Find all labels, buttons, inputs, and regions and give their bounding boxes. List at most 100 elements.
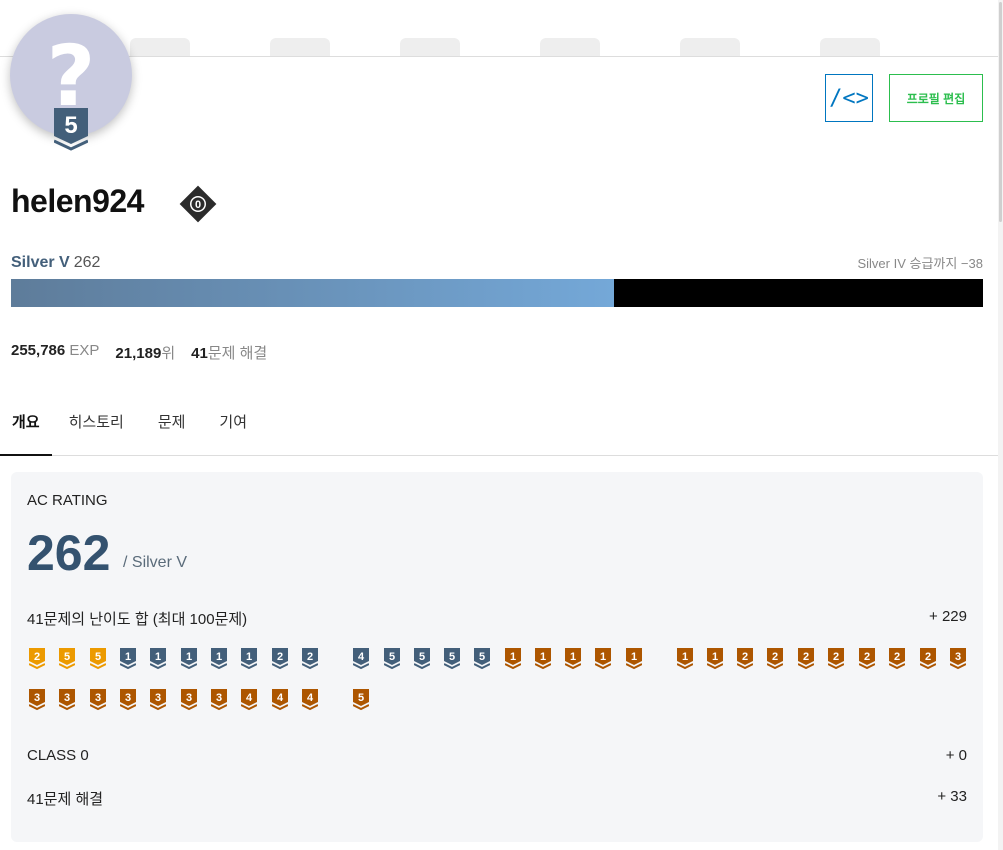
gold-tier-icon: 5: [90, 648, 106, 670]
problem-tier-level: 1: [125, 651, 131, 663]
problem-tier-badge[interactable]: 1: [505, 648, 521, 670]
problem-tier-badge[interactable]: 1: [565, 648, 581, 670]
problem-tier-badge[interactable]: 1: [150, 648, 166, 670]
problem-tier-badge[interactable]: 3: [90, 689, 106, 711]
problem-tier-badge[interactable]: 1: [241, 648, 257, 670]
solved-stat[interactable]: 41문제 해결: [191, 342, 267, 363]
problem-tier-level: 1: [600, 651, 606, 663]
problem-tier-badge[interactable]: 5: [384, 648, 400, 670]
problem-tier-badge[interactable]: 1: [535, 648, 551, 670]
problem-tier-badge[interactable]: 4: [353, 648, 369, 670]
problem-tier-level: 3: [955, 651, 961, 663]
problem-tier-badge[interactable]: 2: [29, 648, 45, 670]
solved-row: 41문제 해결 + 33: [27, 788, 967, 809]
problem-tier-badge[interactable]: 5: [59, 648, 75, 670]
problem-tier-badge[interactable]: 5: [444, 648, 460, 670]
problem-tier-badge[interactable]: 2: [767, 648, 783, 670]
problem-tier-level: 3: [125, 692, 131, 704]
problem-tier-badge[interactable]: 1: [707, 648, 723, 670]
bronze-tier-icon: 2: [798, 648, 814, 670]
problem-tier-level: 5: [64, 651, 70, 663]
problem-tier-level: 5: [95, 651, 101, 663]
problem-tier-level: 5: [419, 651, 425, 663]
problem-tier-level: 4: [246, 692, 253, 704]
problem-tier-badge[interactable]: 2: [302, 648, 318, 670]
problem-tier-badge[interactable]: 4: [302, 689, 318, 711]
banner-decoration: [540, 38, 600, 56]
problem-tier-badge[interactable]: 2: [828, 648, 844, 670]
stats-row: 255,786 EXP 21,189위 41문제 해결: [11, 342, 267, 363]
bronze-tier-icon: 1: [535, 648, 551, 670]
username: helen924: [11, 183, 144, 219]
problem-tier-badge[interactable]: 1: [120, 648, 136, 670]
bronze-tier-icon: 4: [272, 689, 288, 711]
silver-tier-icon: 4: [353, 648, 369, 670]
problem-tier-badge[interactable]: 3: [950, 648, 966, 670]
edit-profile-button[interactable]: 프로필 편집: [889, 74, 983, 122]
problem-tier-badge[interactable]: 3: [59, 689, 75, 711]
problem-tier-badge[interactable]: 2: [889, 648, 905, 670]
problem-tier-badge[interactable]: 3: [120, 689, 136, 711]
tab-history[interactable]: 히스토리: [52, 396, 141, 456]
tier-name: Silver V: [11, 254, 70, 271]
problem-tier-level: 3: [95, 692, 101, 704]
question-mark-icon: ?: [46, 27, 96, 125]
tab-overview[interactable]: 개요: [0, 396, 52, 456]
silver-tier-icon: 1: [241, 648, 257, 670]
problem-tier-badge[interactable]: 2: [859, 648, 875, 670]
problem-tier-badge[interactable]: 5: [414, 648, 430, 670]
problem-tier-badge[interactable]: 1: [181, 648, 197, 670]
problem-tier-badge[interactable]: 4: [241, 689, 257, 711]
difficulty-value: + 229: [929, 608, 967, 625]
problem-tier-level: 5: [389, 651, 395, 663]
silver-tier-icon: 5: [414, 648, 430, 670]
scrollbar-thumb[interactable]: [999, 2, 1002, 222]
problem-tier-badge[interactable]: 5: [353, 689, 369, 711]
silver-tier-icon: 1: [150, 648, 166, 670]
bronze-tier-icon: 3: [120, 689, 136, 711]
scrollbar[interactable]: [998, 0, 1003, 850]
class-badge[interactable]: 0: [176, 182, 220, 226]
solved-label: 41문제 해결: [27, 791, 104, 808]
tab-contributions[interactable]: 기여: [202, 396, 264, 456]
rank-unit: 위: [161, 345, 176, 362]
solved-value: 41: [191, 345, 208, 362]
problem-tier-badge[interactable]: 3: [181, 689, 197, 711]
exp-stat: 255,786 EXP: [11, 342, 99, 363]
problem-tier-level: 5: [358, 692, 364, 704]
problem-tier-level: 2: [307, 651, 313, 663]
rank-stat[interactable]: 21,189위: [115, 342, 175, 363]
tab-problems[interactable]: 문제: [141, 396, 203, 456]
problem-tier-badge[interactable]: 1: [211, 648, 227, 670]
rank-value: 21,189: [115, 345, 162, 362]
problem-tier-badge[interactable]: 4: [272, 689, 288, 711]
avatar-tier-badge: 5: [54, 108, 88, 151]
silver-tier-icon: 1: [211, 648, 227, 670]
class-row: CLASS 0 + 0: [27, 747, 967, 764]
problem-tier-badge[interactable]: 2: [920, 648, 936, 670]
bronze-tier-icon: 4: [241, 689, 257, 711]
problem-tier-badge[interactable]: 1: [626, 648, 642, 670]
problem-tier-badge[interactable]: 3: [211, 689, 227, 711]
silver-tier-icon: 5: [384, 648, 400, 670]
problem-tier-badge[interactable]: 3: [150, 689, 166, 711]
problem-tier-badge[interactable]: 2: [798, 648, 814, 670]
problem-tier-level: 4: [358, 651, 365, 663]
problem-tier-level: 2: [864, 651, 870, 663]
problem-tier-level: 2: [803, 651, 809, 663]
problem-tier-badge[interactable]: 2: [737, 648, 753, 670]
bronze-tier-icon: 2: [889, 648, 905, 670]
problem-tier-badge[interactable]: 1: [677, 648, 693, 670]
profile-background-banner: [0, 0, 1003, 57]
problem-tier-badge[interactable]: 3: [29, 689, 45, 711]
code-button[interactable]: /<>: [825, 74, 873, 122]
problem-tier-badge[interactable]: 2: [272, 648, 288, 670]
problem-tier-badge[interactable]: 5: [90, 648, 106, 670]
bronze-tier-icon: 1: [707, 648, 723, 670]
problem-tier-badge[interactable]: 1: [595, 648, 611, 670]
problem-tier-level: 1: [246, 651, 252, 663]
rating-progress-fill: [11, 279, 614, 307]
bronze-tier-icon: 3: [950, 648, 966, 670]
bronze-tier-icon: 5: [353, 689, 369, 711]
problem-tier-badge[interactable]: 5: [474, 648, 490, 670]
